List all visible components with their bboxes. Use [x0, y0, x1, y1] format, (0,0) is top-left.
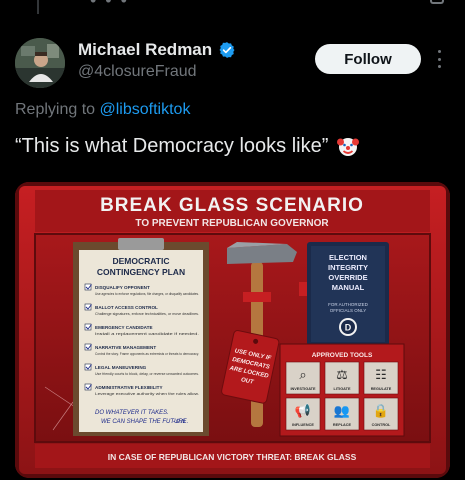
reply-prefix: Replying to — [15, 101, 100, 118]
svg-text:DO WHATEVER IT TAKES.: DO WHATEVER IT TAKES. — [95, 410, 169, 416]
checklist-item-title: EMERGENCY CANDIDATE — [95, 325, 153, 330]
clipboard-title-2: CONTINGENCY PLAN — [97, 267, 185, 277]
tool-icon: ⌕ — [299, 368, 306, 383]
checklist-item-title: DISQUALIFY OPPONENT — [95, 285, 150, 290]
manual-title-2: INTEGRITY — [328, 263, 368, 272]
checklist-item-desc: Control the story. Frame opponents as ex… — [95, 352, 199, 356]
checklist-item-desc: Challenge signatures, enforce technicali… — [95, 312, 199, 316]
tool-label: REGULATE — [371, 387, 392, 391]
manual-title-1: ELECTION — [329, 253, 367, 262]
manual-sub-1: FOR AUTHORIZED — [328, 302, 369, 307]
share-icon[interactable] — [430, 0, 444, 4]
svg-text:DEMOCRATIC: DEMOCRATIC — [113, 256, 170, 266]
verified-badge-icon — [219, 42, 235, 58]
svg-text:- G.N.: - G.N. — [173, 419, 186, 425]
checklist-item-title: ADMINISTRATIVE FLEXIBILITY — [95, 385, 163, 390]
tool-tile: ☷ REGULATE — [363, 361, 399, 395]
tool-icon: 👥 — [334, 404, 350, 419]
image-header-subtitle: TO PREVENT REPUBLICAN GOVERNOR — [135, 218, 329, 229]
tool-icon: ☷ — [375, 368, 387, 383]
checklist-item-desc: Install a replacement candidate if neede… — [95, 332, 199, 336]
post-text-content: “This is what Democracy looks like” — [15, 134, 329, 157]
election-manual-book: ELECTION INTEGRITY OVERRIDE MANUAL FOR A… — [307, 242, 389, 346]
reply-mention-link[interactable]: @libsoftiktok — [100, 101, 191, 118]
svg-text:OVERRIDE: OVERRIDE — [328, 273, 367, 282]
tool-tile: 📢 INFLUENCE — [285, 397, 321, 431]
manual-logo: D — [345, 323, 352, 333]
tool-label: REPLACE — [333, 423, 352, 427]
svg-text:OFFICIALS ONLY: OFFICIALS ONLY — [330, 308, 366, 313]
svg-text:CONTINGENCY PLAN: CONTINGENCY PLAN — [97, 267, 185, 277]
checklist-item-title: BALLOT ACCESS CONTROL — [95, 305, 158, 310]
svg-text:INTEGRITY: INTEGRITY — [328, 263, 368, 272]
tool-icon: 📢 — [295, 403, 311, 419]
manual-title-3: OVERRIDE — [328, 273, 367, 282]
svg-text:D: D — [345, 323, 352, 333]
tool-label: CONTROL — [372, 423, 391, 427]
tools-title: APPROVED TOOLS — [312, 352, 373, 359]
post-text: “This is what Democracy looks like” — [15, 134, 360, 158]
tool-tile: 🔒 CONTROL — [363, 397, 399, 431]
user-name-row[interactable]: Michael Redman — [78, 40, 236, 60]
svg-text:APPROVED TOOLS: APPROVED TOOLS — [312, 352, 373, 359]
svg-text:ELECTION: ELECTION — [329, 253, 367, 262]
checklist-item-desc: Use agencies to enforce regulations, fil… — [95, 292, 199, 296]
tool-tile: 👥 REPLACE — [324, 397, 360, 431]
display-name[interactable]: Michael Redman — [78, 40, 212, 60]
clipboard-title-1: DEMOCRATIC — [113, 256, 170, 266]
reply-context: Replying to @libsoftiktok — [15, 101, 190, 119]
tool-label: INVESTIGATE — [290, 387, 316, 391]
thread-line — [37, 0, 39, 14]
clipboard-footer-1: DO WHATEVER IT TAKES. — [95, 410, 169, 416]
image-footer: IN CASE OF REPUBLICAN VICTORY THREAT: BR… — [108, 452, 357, 462]
tool-tile: ⚖ LITIGATE — [324, 361, 360, 395]
previous-post-actions: • • • — [90, 0, 129, 10]
svg-text:FOR AUTHORIZED: FOR AUTHORIZED — [328, 302, 369, 307]
post-media-image[interactable]: BREAK GLASS SCENARIO TO PREVENT REPUBLIC… — [15, 182, 450, 478]
tool-label: LITIGATE — [333, 387, 350, 391]
more-options-icon[interactable] — [436, 50, 442, 68]
image-header-title: BREAK GLASS SCENARIO — [100, 195, 364, 216]
checklist-item-desc: Leverage executive authority when the ru… — [95, 392, 199, 396]
manual-sub-2: OFFICIALS ONLY — [330, 308, 366, 313]
manual-title-4: MANUAL — [332, 283, 365, 292]
svg-text:IN CASE OF REPUBLICAN VICTORY: IN CASE OF REPUBLICAN VICTORY THREAT: BR… — [108, 452, 357, 462]
clipboard-signature: - G.N. — [173, 419, 186, 425]
tool-tile: ⌕ INVESTIGATE — [285, 361, 321, 395]
checklist-item-title: NARRATIVE MANAGEMENT — [95, 345, 156, 350]
tool-icon: 🔒 — [373, 404, 389, 419]
clown-face-icon — [337, 138, 360, 156]
checklist-item-desc: Use friendly courts to block, delay, or … — [95, 372, 199, 376]
tool-label: INFLUENCE — [292, 423, 314, 427]
svg-text:MANUAL: MANUAL — [332, 283, 365, 292]
user-handle[interactable]: @4closureFraud — [78, 63, 197, 81]
avatar[interactable] — [15, 38, 65, 88]
checklist-item-title: LEGAL MANEUVERING — [95, 365, 147, 370]
follow-button[interactable]: Follow — [315, 44, 421, 74]
previous-post-remnant: • • • — [0, 0, 465, 24]
tool-icon: ⚖ — [336, 368, 348, 383]
